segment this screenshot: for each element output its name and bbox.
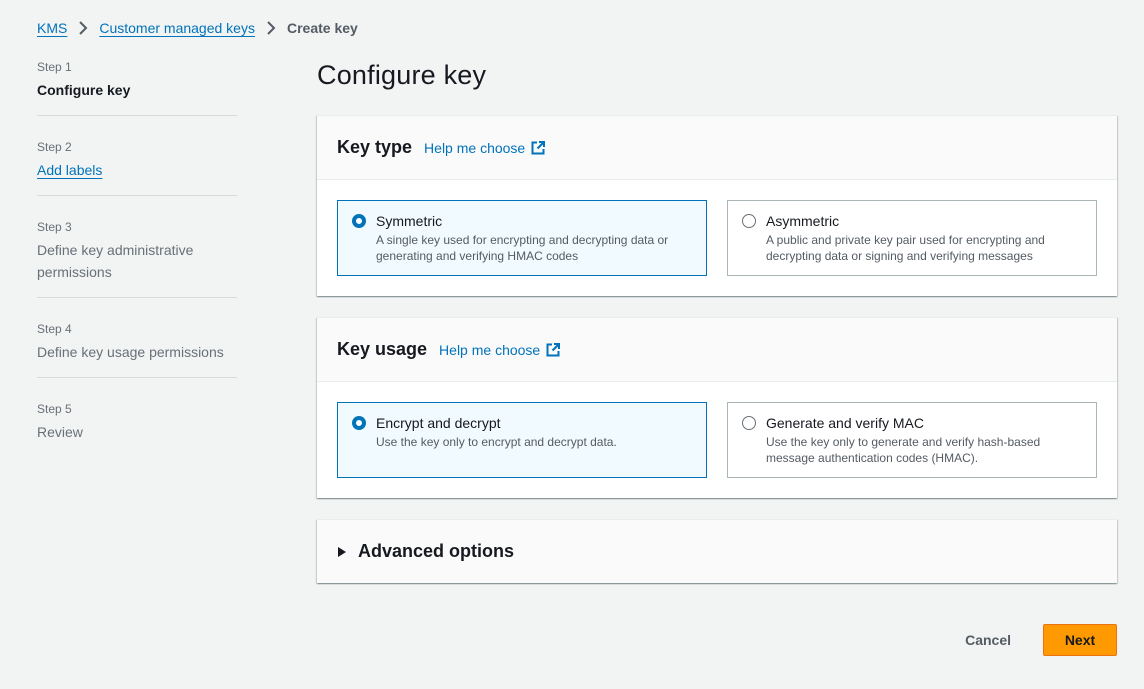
breadcrumb-current: Create key xyxy=(286,20,358,36)
key-usage-panel: Key usage Help me choose Encrypt and dec… xyxy=(317,317,1117,498)
radio-unchecked-icon[interactable] xyxy=(742,214,756,228)
step-divider xyxy=(37,377,237,378)
panel-body: Symmetric A single key used for encrypti… xyxy=(317,180,1117,296)
step-number: Step 2 xyxy=(37,140,72,154)
option-description: Use the key only to generate and verify … xyxy=(766,435,1041,465)
option-label: Asymmetric xyxy=(766,213,840,229)
radio-checked-icon[interactable] xyxy=(352,214,366,228)
step-number: Step 4 xyxy=(37,322,72,336)
page-title: Configure key xyxy=(317,60,487,90)
step-4: Step 4 Define key usage permissions xyxy=(37,320,237,377)
external-link-icon xyxy=(531,140,546,154)
advanced-options-title: Advanced options xyxy=(358,541,515,561)
step-title-review: Review xyxy=(37,424,83,440)
panel-body: Encrypt and decrypt Use the key only to … xyxy=(317,382,1117,498)
step-divider xyxy=(37,115,237,116)
help-link-label: Help me choose xyxy=(439,341,541,358)
radio-checked-icon[interactable] xyxy=(352,416,366,430)
breadcrumb-customer-managed-keys[interactable]: Customer managed keys xyxy=(99,20,255,36)
step-divider xyxy=(37,297,237,298)
key-type-help-link[interactable]: Help me choose xyxy=(424,139,546,156)
chevron-right-icon xyxy=(260,19,282,37)
step-divider xyxy=(37,195,237,196)
cancel-button[interactable]: Cancel xyxy=(945,624,1031,656)
step-link-add-labels[interactable]: Add labels xyxy=(37,159,237,181)
caret-right-icon xyxy=(338,546,346,557)
advanced-options-toggle[interactable]: Advanced options xyxy=(317,519,1117,583)
key-type-title: Key type xyxy=(337,137,413,157)
key-usage-help-link[interactable]: Help me choose xyxy=(439,341,561,358)
asymmetric-option[interactable]: Asymmetric A public and private key pair… xyxy=(727,200,1097,276)
step-title-usage-permissions: Define key usage permissions xyxy=(37,344,224,360)
breadcrumb: KMS Customer managed keys Create key xyxy=(37,19,358,37)
key-type-panel: Key type Help me choose Symmetric A sing… xyxy=(317,115,1117,296)
step-1: Step 1 Configure key xyxy=(37,58,237,115)
step-title-admin-permissions: Define key administrative permissions xyxy=(37,242,194,280)
step-3: Step 3 Define key administrative permiss… xyxy=(37,218,237,297)
wizard-actions: Cancel Next xyxy=(945,624,1117,656)
page: KMS Customer managed keys Create key Ste… xyxy=(0,0,1144,689)
option-label: Symmetric xyxy=(376,213,443,229)
symmetric-option[interactable]: Symmetric A single key used for encrypti… xyxy=(337,200,707,276)
step-5: Step 5 Review xyxy=(37,400,237,457)
generate-verify-mac-option[interactable]: Generate and verify MAC Use the key only… xyxy=(727,402,1097,478)
step-2: Step 2 Add labels xyxy=(37,138,237,195)
option-description: A public and private key pair used for e… xyxy=(766,233,1045,263)
help-link-label: Help me choose xyxy=(424,139,526,156)
panel-header: Key type Help me choose xyxy=(317,116,1117,180)
key-usage-title: Key usage xyxy=(337,339,428,359)
wizard-steps: Step 1 Configure key Step 2 Add labels S… xyxy=(37,58,237,457)
radio-unchecked-icon[interactable] xyxy=(742,416,756,430)
chevron-right-icon xyxy=(72,19,94,37)
breadcrumb-kms[interactable]: KMS xyxy=(37,20,67,36)
step-number: Step 5 xyxy=(37,402,72,416)
panel-header: Key usage Help me choose xyxy=(317,318,1117,382)
option-description: Use the key only to encrypt and decrypt … xyxy=(376,435,617,449)
option-description: A single key used for encrypting and dec… xyxy=(376,233,669,263)
step-title-configure-key: Configure key xyxy=(37,82,131,98)
option-label: Encrypt and decrypt xyxy=(376,415,501,431)
external-link-icon xyxy=(546,342,561,356)
step-number: Step 3 xyxy=(37,220,72,234)
encrypt-decrypt-option[interactable]: Encrypt and decrypt Use the key only to … xyxy=(337,402,707,478)
step-number: Step 1 xyxy=(37,60,72,74)
option-label: Generate and verify MAC xyxy=(766,415,924,431)
next-button[interactable]: Next xyxy=(1043,624,1117,656)
